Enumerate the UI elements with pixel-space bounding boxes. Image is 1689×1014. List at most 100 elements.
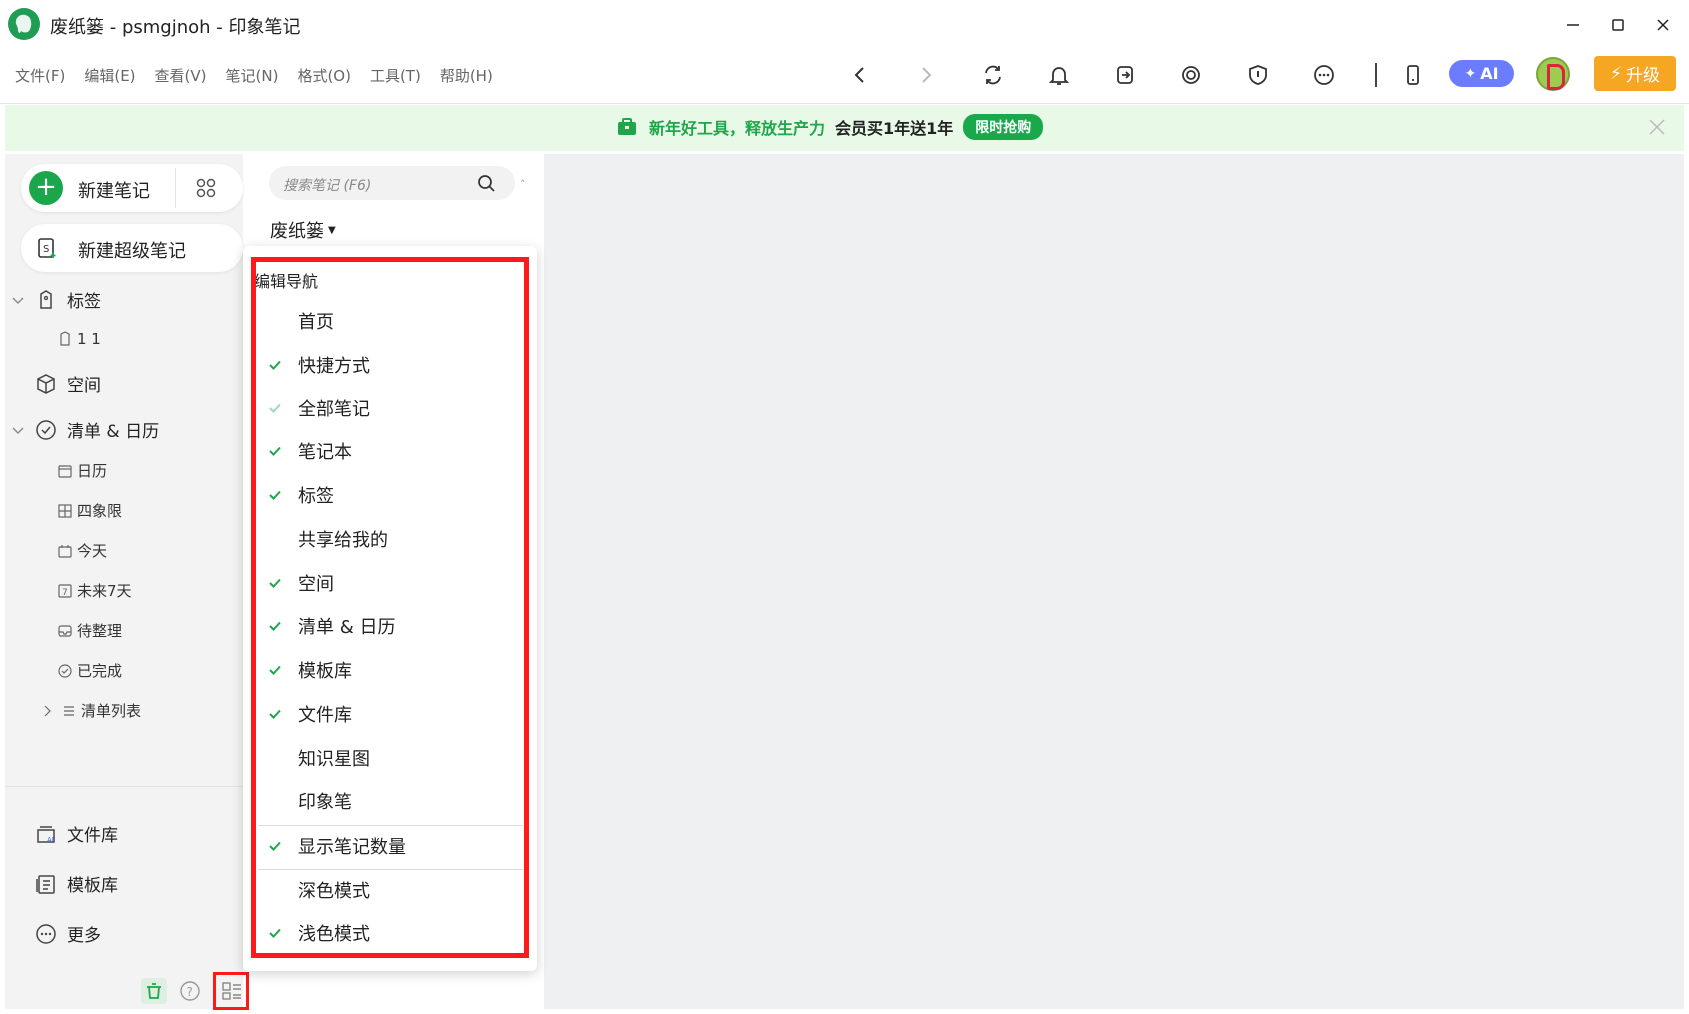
menu-help[interactable]: 帮助(H) [440,65,493,86]
file-library-icon: AI [35,823,57,845]
menu-bar: 文件(F) 编辑(E) 查看(V) 笔记(N) 格式(O) 工具(T) 帮助(H… [0,50,1689,104]
back-icon[interactable] [846,61,874,89]
list-icon [61,703,77,719]
sync-icon[interactable] [979,61,1007,89]
upgrade-button[interactable]: ⚡ 升级 [1594,56,1676,91]
sidebar-item-template-library[interactable]: 模板库 [35,871,118,896]
title-bar: 废纸篓 - psmgjnoh - 印象笔记 [0,0,1689,50]
sidebar-item-inbox[interactable]: 待整理 [57,620,122,641]
more-options-icon [35,923,57,945]
evernote-logo-icon [8,8,40,40]
sidebar-item-label: 今天 [77,542,108,560]
menu-view[interactable]: 查看(V) [155,65,207,86]
sidebar-item-todo-calendar[interactable]: 清单 & 日历 [5,417,159,442]
sidebar-item-label: 日历 [77,462,108,480]
sidebar-item-label: 模板库 [67,876,118,896]
sidebar-item-spaces[interactable]: 空间 [35,371,101,396]
sidebar-item-more[interactable]: 更多 [35,921,101,946]
sidebar-item-quadrant[interactable]: 四象限 [57,500,122,521]
new-super-note-button[interactable]: S 新建超级笔记 [21,224,243,272]
main-menu: 文件(F) 编辑(E) 查看(V) 笔记(N) 格式(O) 工具(T) 帮助(H… [15,65,493,86]
ai-sparkle-icon: ✦ [1464,65,1477,82]
sidebar-item-label: 标签 [67,292,101,312]
check-circle-icon [57,663,73,679]
chevron-right-icon[interactable] [39,703,55,719]
tag-icon [35,289,57,311]
sidebar-item-tags[interactable]: 标签 [5,287,101,312]
notebook-title-label: 废纸篓 [270,221,324,242]
tag-icon [57,331,73,347]
calendar-icon [57,463,73,479]
close-icon[interactable] [1650,12,1676,38]
grid-apps-icon[interactable] [194,176,218,200]
window-title: 废纸篓 - psmgjnoh - 印象笔记 [50,17,301,38]
banner-promo-text: 新年好工具，释放生产力 [649,119,826,138]
sidebar-item-label: 空间 [67,376,101,396]
sidebar-item-label: 更多 [67,926,101,946]
sidebar-item-next-7-days[interactable]: 7 未来7天 [57,580,132,601]
notebook-title[interactable]: 废纸篓 ▼ [270,217,336,243]
sidebar-item-tag-1[interactable]: 1 1 [57,330,101,348]
cube-icon [35,373,57,395]
sidebar: + 新建笔记 S 新建超级笔记 标签 1 1 空间 清单 & 日历 日历 四象限 [5,154,249,1010]
banner-offer-text: 会员买1年送1年 [835,119,954,138]
sidebar-item-label: 未来7天 [77,582,132,600]
menu-edit[interactable]: 编辑(E) [84,65,135,86]
search-input[interactable]: 搜索笔记 (F6) [269,166,515,200]
sidebar-footer: ? [141,972,249,1010]
activity-icon[interactable] [1177,61,1205,89]
sidebar-item-calendar[interactable]: 日历 [57,460,107,481]
sidebar-item-today[interactable]: 今天 [57,540,107,561]
super-note-icon: S [35,236,59,260]
sidebar-item-label: 清单列表 [81,702,142,720]
notification-bell-icon[interactable] [1045,61,1073,89]
banner-close-icon[interactable] [1645,115,1669,139]
lightning-icon: ⚡ [1610,63,1622,84]
chevron-up-icon[interactable]: ˄ [520,178,526,191]
sidebar-item-file-library[interactable]: AI 文件库 [35,821,118,846]
banner-buy-button[interactable]: 限时抢购 [963,114,1044,140]
svg-text:S: S [43,244,49,255]
menu-file[interactable]: 文件(F) [15,65,65,86]
svg-text:AI: AI [47,836,54,844]
menu-format[interactable]: 格式(O) [297,65,351,86]
share-icon[interactable] [1111,61,1139,89]
sidebar-item-todo-lists[interactable]: 清单列表 [39,700,141,721]
upgrade-button-label: 升级 [1625,66,1660,86]
chevron-down-icon[interactable] [11,293,25,307]
sidebar-item-completed[interactable]: 已完成 [57,660,122,681]
caret-down-icon: ▼ [328,224,336,236]
trash-icon[interactable] [141,978,167,1004]
search-placeholder: 搜索笔记 (F6) [283,178,372,194]
mobile-device-icon[interactable] [1399,61,1427,89]
minimize-icon[interactable] [1560,12,1586,38]
new-note-label: 新建笔记 [78,181,150,202]
sidebar-item-label: 四象限 [77,502,123,520]
avatar[interactable] [1536,57,1570,91]
today-icon [57,543,73,559]
menu-note[interactable]: 笔记(N) [226,65,279,86]
maximize-icon[interactable] [1605,12,1631,38]
new-super-note-label: 新建超级笔记 [78,241,186,262]
promo-banner: 新年好工具，释放生产力 会员买1年送1年 限时抢购 [5,105,1684,151]
edit-navigation-icon[interactable] [213,972,249,1010]
security-shield-icon[interactable] [1244,61,1272,89]
chevron-down-icon[interactable] [11,423,25,437]
help-icon[interactable]: ? [177,978,203,1004]
sidebar-item-label: 文件库 [67,826,118,846]
more-options-icon[interactable] [1310,61,1338,89]
sidebar-item-label: 1 1 [77,330,101,348]
ai-button[interactable]: ✦ AI [1449,60,1514,87]
highlight-box [251,257,529,958]
search-icon[interactable] [476,173,496,193]
new-note-button[interactable]: + 新建笔记 [21,164,243,212]
svg-text:7: 7 [62,588,68,598]
quadrant-icon [57,503,73,519]
sidebar-item-label: 待整理 [77,622,123,640]
inbox-icon [57,623,73,639]
note-editor-area [544,154,1684,1009]
template-icon [35,873,57,895]
forward-icon[interactable] [912,61,940,89]
svg-text:?: ? [187,985,193,999]
menu-tools[interactable]: 工具(T) [370,65,421,86]
